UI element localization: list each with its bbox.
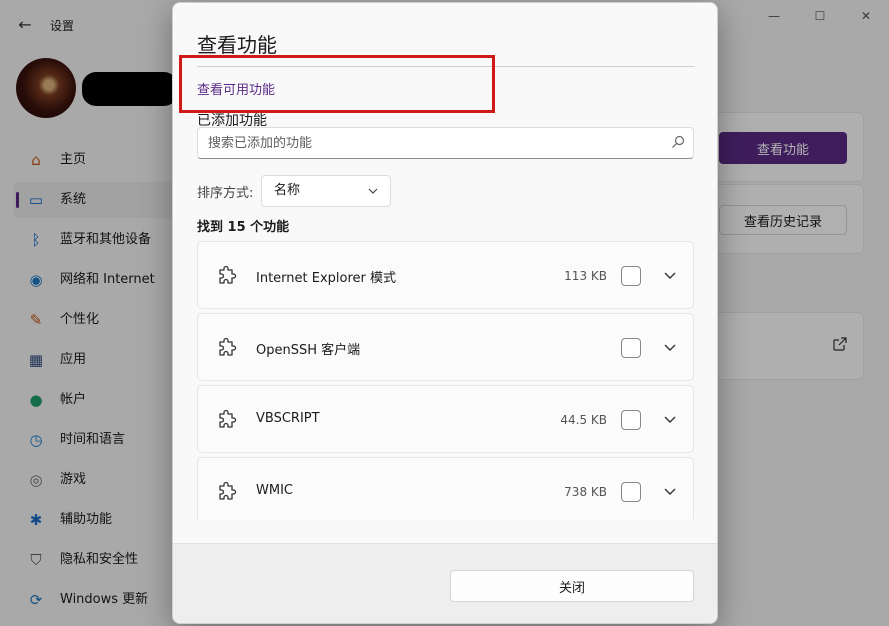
feature-row[interactable]: OpenSSH 客户端	[197, 313, 694, 381]
feature-checkbox[interactable]	[621, 338, 641, 358]
feature-size: 44.5 KB	[560, 413, 607, 427]
puzzle-icon	[216, 481, 238, 503]
feature-row[interactable]: Internet Explorer 模式 113 KB	[197, 241, 694, 309]
dialog-footer: 关闭	[173, 543, 717, 623]
chevron-down-icon[interactable]	[663, 268, 677, 282]
feature-size: 113 KB	[564, 269, 607, 283]
chevron-down-icon[interactable]	[663, 484, 677, 498]
sort-dropdown[interactable]: 名称	[261, 175, 391, 207]
feature-list: Internet Explorer 模式 113 KB OpenSSH 客户端 VBS…	[197, 241, 695, 519]
puzzle-icon	[216, 265, 238, 287]
chevron-down-icon[interactable]	[663, 412, 677, 426]
puzzle-icon	[216, 409, 238, 431]
sort-value: 名称	[274, 183, 301, 198]
feature-checkbox[interactable]	[621, 482, 641, 502]
feature-row[interactable]: VBSCRIPT 44.5 KB	[197, 385, 694, 453]
feature-name: OpenSSH 客户端	[256, 343, 361, 358]
feature-name: VBSCRIPT	[256, 411, 320, 426]
search-input[interactable]	[208, 128, 658, 158]
puzzle-icon	[216, 337, 238, 359]
search-box	[197, 127, 694, 159]
feature-name: Internet Explorer 模式	[256, 271, 397, 286]
chevron-down-icon	[368, 176, 378, 218]
search-icon	[672, 135, 685, 148]
feature-checkbox[interactable]	[621, 266, 641, 286]
view-available-features-link[interactable]: 查看可用功能	[197, 79, 275, 98]
feature-row[interactable]: WMIC 738 KB	[197, 457, 694, 519]
feature-name: WMIC	[256, 483, 293, 498]
close-button[interactable]: 关闭	[450, 570, 694, 602]
view-features-dialog: 查看功能 查看可用功能 已添加功能 排序方式: 名称 找到 15 个功能 Int…	[172, 2, 718, 624]
feature-checkbox[interactable]	[621, 410, 641, 430]
dialog-title: 查看功能	[197, 33, 277, 57]
divider	[197, 66, 695, 67]
feature-count: 找到 15 个功能	[197, 220, 290, 235]
chevron-down-icon[interactable]	[663, 340, 677, 354]
feature-size: 738 KB	[564, 485, 607, 499]
sort-label: 排序方式:	[197, 186, 254, 201]
